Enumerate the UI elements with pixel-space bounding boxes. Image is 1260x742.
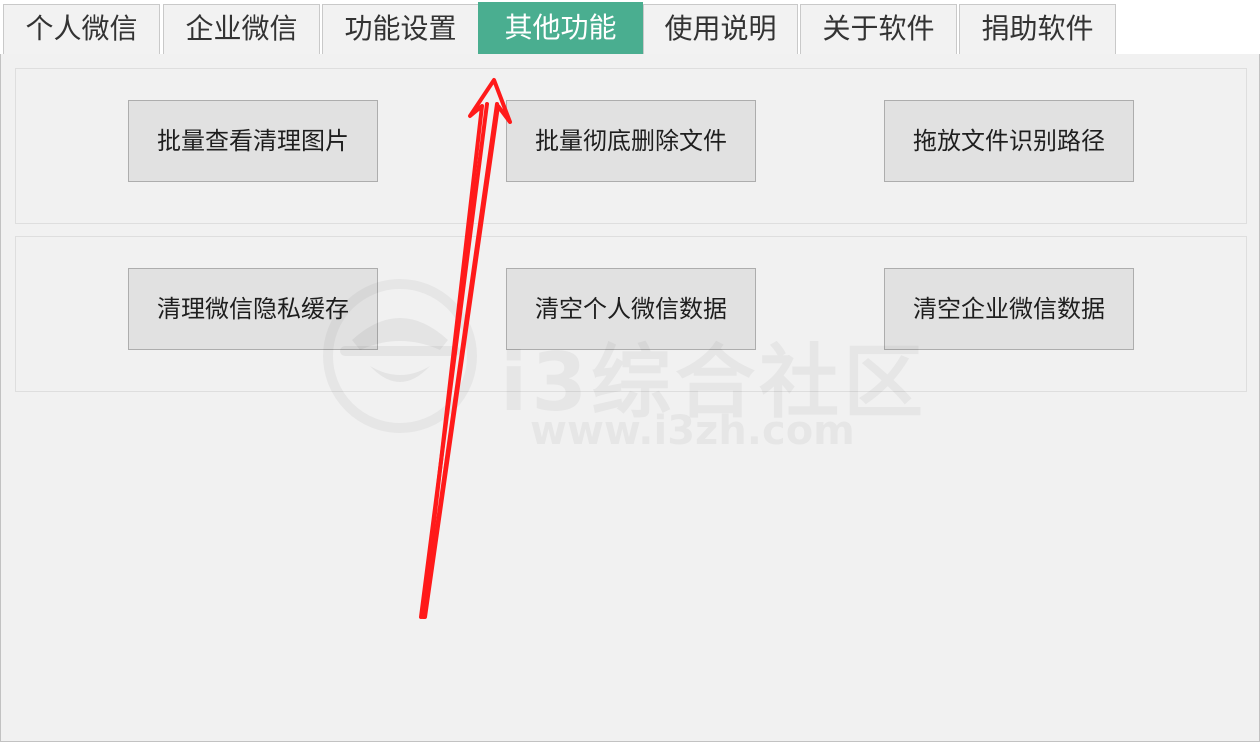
tab-strip: 个人微信 企业微信 功能设置 其他功能 使用说明 关于软件 捐助软件: [0, 0, 1260, 54]
tab-personal-wechat[interactable]: 个人微信: [3, 4, 160, 54]
tab-donate-software[interactable]: 捐助软件: [959, 4, 1116, 54]
tab-enterprise-wechat[interactable]: 企业微信: [163, 4, 320, 54]
drag-drop-identify-path-button[interactable]: 拖放文件识别路径: [884, 100, 1134, 182]
tab-usage-instructions[interactable]: 使用说明: [643, 4, 798, 54]
tab-about-software[interactable]: 关于软件: [800, 4, 957, 54]
tab-other-functions[interactable]: 其他功能: [478, 2, 643, 54]
batch-delete-files-button[interactable]: 批量彻底删除文件: [506, 100, 756, 182]
tab-function-settings[interactable]: 功能设置: [322, 4, 479, 54]
clean-wechat-privacy-cache-button[interactable]: 清理微信隐私缓存: [128, 268, 378, 350]
clear-enterprise-wechat-data-button[interactable]: 清空企业微信数据: [884, 268, 1134, 350]
batch-view-clean-images-button[interactable]: 批量查看清理图片: [128, 100, 378, 182]
clear-personal-wechat-data-button[interactable]: 清空个人微信数据: [506, 268, 756, 350]
